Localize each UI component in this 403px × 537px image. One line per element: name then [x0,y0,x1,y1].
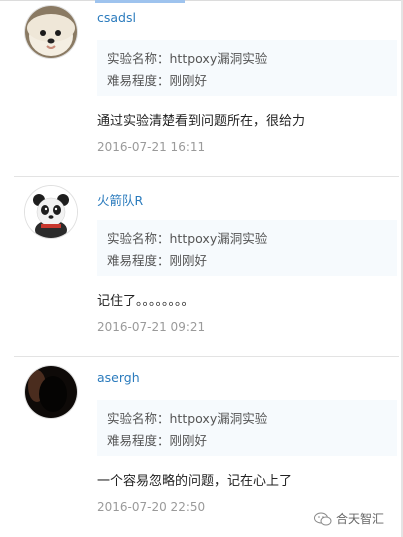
watermark-text: 合天智汇 [336,512,385,526]
watermark: 合天智汇 [314,510,384,527]
wechat-icon [314,512,332,525]
experiment-info-box: 实验名称：httpoxy漏洞实验 难易程度：刚刚好 [97,400,397,456]
comment-time: 2016-07-20 22:50 [97,500,206,514]
experiment-name: 实验名称：httpoxy漏洞实验 [107,411,268,426]
difficulty-level: 难易程度：刚刚好 [107,433,208,448]
username-link[interactable]: asergh [97,370,140,385]
comment-text: 一个容易忽略的问题，记在心上了 [97,474,293,489]
comment-item: asergh 实验名称：httpoxy漏洞实验 难易程度：刚刚好 一个容易忽略的… [0,0,401,537]
dark-avatar-icon[interactable] [25,366,77,418]
